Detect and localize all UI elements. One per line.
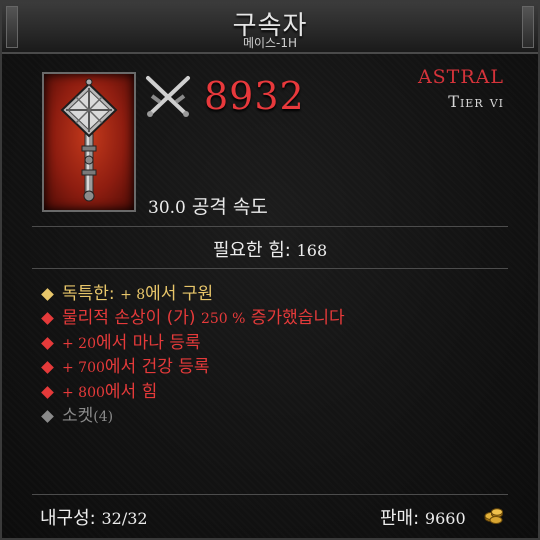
- sell-label: 판매:: [380, 508, 420, 529]
- sell-value: 9660: [424, 509, 466, 528]
- affix-health: + 700에서 건강 등록: [40, 356, 345, 381]
- sell-price: 판매: 9660: [380, 504, 466, 530]
- affix-unique: 독특한: + 8에서 구원: [40, 282, 345, 307]
- affix-text: + 700에서 건강 등록: [62, 357, 210, 378]
- requirement: 필요한 힘: 168: [2, 236, 538, 262]
- rarity-label: ASTRAL: [417, 66, 504, 88]
- tier-label: Tier vi: [448, 92, 504, 111]
- attack-speed: 30.0 공격 속도: [148, 192, 268, 219]
- divider: [32, 268, 508, 269]
- diamond-bullet-icon: [41, 336, 54, 350]
- diamond-bullet-icon: [41, 312, 54, 326]
- mace-icon: [42, 72, 136, 212]
- affix-text: 소켓(4): [62, 406, 114, 427]
- diamond-bullet-icon: [41, 361, 54, 375]
- crossed-swords-icon: [142, 74, 194, 120]
- diamond-bullet-icon: [41, 385, 54, 399]
- gold-coins-icon: [484, 505, 504, 525]
- durability: 내구성: 32/32: [40, 504, 148, 530]
- attack-speed-value: 30.0: [148, 198, 186, 218]
- durability-value: 32/32: [101, 509, 148, 528]
- requirement-value: 168: [296, 241, 328, 260]
- attack-speed-label: 공격 속도: [191, 196, 268, 218]
- durability-label: 내구성:: [40, 508, 96, 529]
- affix-text: 독특한: + 8에서 구원: [62, 283, 214, 304]
- diamond-bullet-icon: [41, 410, 54, 424]
- affix-list: 독특한: + 8에서 구원 물리적 손상이 (가) 250 % 증가했습니다 +…: [40, 282, 345, 429]
- divider: [32, 494, 508, 495]
- affix-mana: + 20에서 마나 등록: [40, 331, 345, 356]
- affix-strength: + 800에서 힘: [40, 380, 345, 405]
- affix-text: + 20에서 마나 등록: [62, 332, 201, 353]
- affix-sockets: 소켓(4): [40, 405, 345, 430]
- requirement-label: 필요한 힘:: [212, 240, 291, 261]
- diamond-bullet-icon: [41, 287, 54, 301]
- affix-physical-damage: 물리적 손상이 (가) 250 % 증가했습니다: [40, 307, 345, 332]
- damage-value: 8932: [204, 74, 305, 118]
- affix-text: 물리적 손상이 (가) 250 % 증가했습니다: [62, 308, 345, 329]
- item-tooltip: 구속자 메이스-1H 8932 ASTRAL Tier vi 30.0 공격 속…: [0, 0, 540, 540]
- tooltip-header: 구속자 메이스-1H: [2, 2, 538, 54]
- item-type: 메이스-1H: [242, 36, 298, 50]
- affix-text: + 800에서 힘: [62, 381, 158, 402]
- divider: [32, 226, 508, 227]
